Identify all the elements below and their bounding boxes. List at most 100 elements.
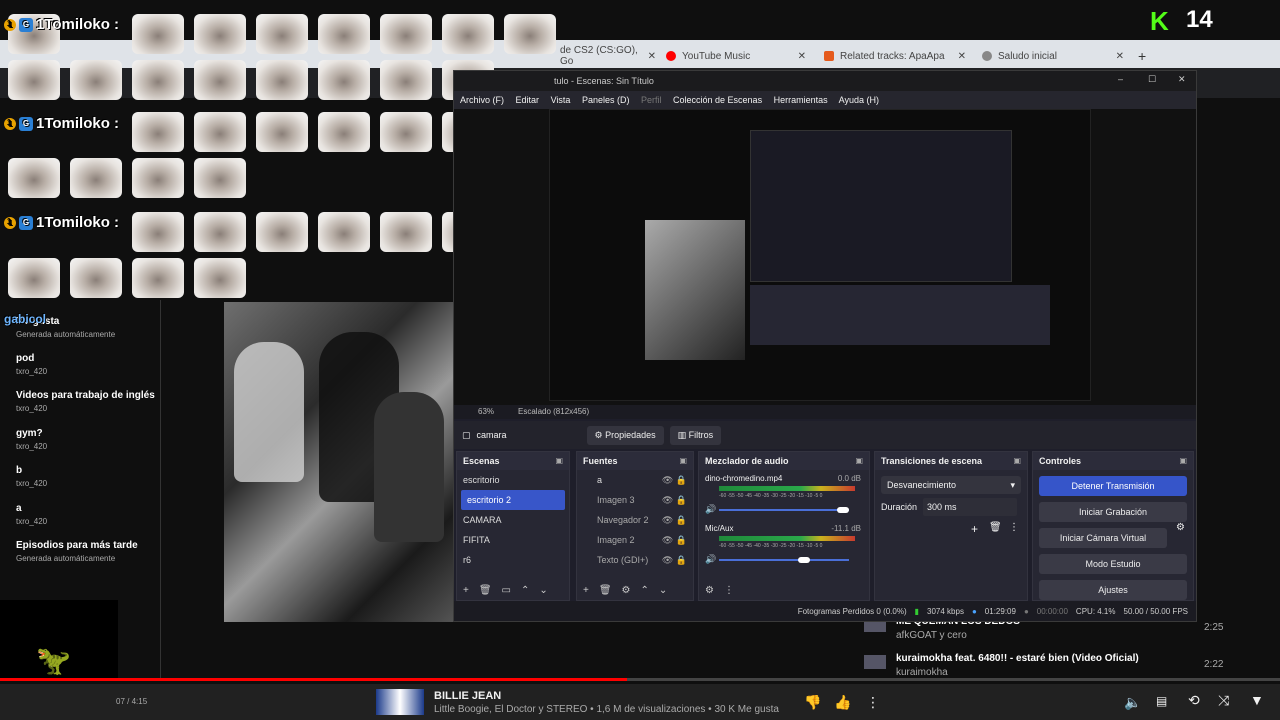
lock-icon[interactable]: 👁 🔒 [662,470,687,490]
scene-item-selected[interactable]: escritorio 2 [461,490,565,510]
scene-item[interactable]: CAMARA [457,510,569,530]
tab-youtube-music[interactable]: YouTube Music ✕ [666,44,806,68]
trash-icon[interactable]: 🗑 [479,585,492,596]
start-recording-button[interactable]: Iniciar Grabación [1039,502,1187,522]
menu-archivo[interactable]: Archivo (F) [460,95,504,105]
source-item[interactable]: a 👁 🔒 [577,470,693,490]
close-icon[interactable]: ✕ [798,51,806,62]
chevron-down-icon[interactable]: ⌄ [659,585,667,596]
stop-streaming-button[interactable]: Detener Transmisión [1039,476,1187,496]
add-icon[interactable]: + [971,522,978,536]
sidebar-item-ingles[interactable]: Videos para trabajo de inglés txro_420 [16,390,155,413]
dock-menu-icon[interactable]: ▣ [855,452,863,470]
scene-item[interactable]: r6 [457,550,569,570]
sidebar-item-a[interactable]: a txro_420 [16,503,47,526]
volume-icon[interactable]: 🔈 [1124,694,1141,711]
menu-ayuda[interactable]: Ayuda (H) [839,95,879,105]
close-icon[interactable]: ✕ [1116,51,1124,62]
more-icon[interactable]: ⋮ [1009,522,1019,533]
video-thumbnail [864,655,886,669]
source-item[interactable]: Texto (GDI+) 👁 🔒 [577,550,693,570]
menu-coleccion[interactable]: Colección de Escenas [673,95,762,105]
source-item[interactable]: Navegador 2 👁 🔒 [577,510,693,530]
add-icon[interactable]: + [583,585,589,596]
emote [504,14,556,54]
emote [380,60,432,100]
close-icon[interactable]: ✕ [1178,74,1186,85]
dock-menu-icon[interactable]: ▣ [555,452,563,470]
volume-slider[interactable] [719,559,849,561]
repeat-icon[interactable]: ⟲ [1188,692,1200,709]
transition-select[interactable]: Desvanecimiento ▾ [881,476,1021,494]
dock-menu-icon[interactable]: ▣ [679,452,687,470]
filter-icon[interactable]: ▭ [502,585,511,596]
trash-icon[interactable]: 🗑 [989,522,1002,533]
dock-title: Controles ▣ [1033,452,1193,470]
sidebar-item-b[interactable]: b txro_420 [16,465,47,488]
tab-saludo[interactable]: Saludo inicial ✕ [982,44,1124,68]
scale-label[interactable]: Escalado (812x456) [518,407,589,416]
menu-perfil[interactable]: Perfil [641,95,662,105]
scene-item[interactable]: FIFITA [457,530,569,550]
speaker-icon[interactable]: 🔊 [705,504,716,515]
filters-button[interactable]: ▥ Filtros [669,425,722,445]
dock-menu-icon[interactable]: ▣ [1013,452,1021,470]
zoom-level[interactable]: 63% [478,407,494,416]
lock-icon[interactable]: 👁 🔒 [662,490,687,510]
chevron-up-icon[interactable]: ⌃ [521,585,529,596]
menu-vista[interactable]: Vista [551,95,571,105]
tab-related-tracks[interactable]: Related tracks: ApaApa ✕ [824,44,966,68]
volume-slider[interactable] [719,509,849,511]
tab-cs2[interactable]: de CS2 (CS:GO), Go ✕ [560,44,656,68]
sidebar-item-episodios[interactable]: Episodios para más tarde Generada automá… [16,540,138,563]
captions-icon[interactable]: ▤ [1156,694,1167,708]
sidebar-item-gym[interactable]: gym? txro_420 [16,428,47,451]
minimize-icon[interactable]: – [1118,74,1123,84]
gear-icon[interactable]: ⚙ [622,585,631,596]
obs-preview[interactable] [454,109,1196,405]
chevron-down-icon: ▾ [1010,480,1015,490]
add-icon[interactable]: + [463,585,469,596]
audio-meter [719,536,855,541]
playback-progress[interactable] [0,678,1280,681]
trash-icon[interactable]: 🗑 [599,585,612,596]
studio-mode-button[interactable]: Modo Estudio [1039,554,1187,574]
gear-icon[interactable]: ⚙ [1176,522,1185,533]
obs-titlebar: tulo - Escenas: Sin Título – ☐ ✕ [454,71,1196,91]
properties-button[interactable]: ⚙ Propiedades [586,425,664,445]
scene-item[interactable]: escritorio [457,470,569,490]
rec-icon: ● [1023,606,1029,616]
chevron-down-icon[interactable]: ⌄ [539,585,547,596]
menu-paneles[interactable]: Paneles (D) [582,95,630,105]
gift-badge-icon: G [19,215,33,230]
source-item[interactable]: Imagen 2 👁 🔒 [577,530,693,550]
duration-input[interactable]: 300 ms [923,498,1017,516]
start-virtual-camera-button[interactable]: Iniciar Cámara Virtual [1039,528,1167,548]
more-icon[interactable]: ⋮ [724,585,734,596]
more-icon[interactable]: ⋮ [866,694,880,711]
volume-knob[interactable] [836,507,849,513]
lock-icon[interactable]: 👁 🔒 [662,530,687,550]
emote [8,60,60,100]
new-tab-button[interactable]: + [1138,44,1146,68]
maximize-icon[interactable]: ☐ [1148,74,1156,85]
dock-menu-icon[interactable]: ▣ [1179,452,1187,470]
shuffle-icon[interactable]: ⤨ [1218,692,1229,709]
lock-icon[interactable]: 👁 🔒 [662,550,687,570]
menu-editar[interactable]: Editar [516,95,540,105]
source-item[interactable]: Imagen 3 👁 🔒 [577,490,693,510]
close-icon[interactable]: ✕ [648,51,656,62]
volume-knob[interactable] [797,557,810,563]
speaker-icon[interactable]: 🔊 [705,554,716,565]
like-icon[interactable]: 👍 [834,694,851,711]
menu-herramientas[interactable]: Herramientas [774,95,828,105]
settings-button[interactable]: Ajustes [1039,580,1187,600]
preview-nested-obs [750,130,1012,282]
sidebar-item-pod[interactable]: pod txro_420 [16,353,47,376]
chevron-up-icon[interactable]: ⌃ [641,585,649,596]
dislike-icon[interactable]: 👎 [804,694,821,711]
chevron-down-icon[interactable]: ▼ [1250,692,1264,708]
gear-icon[interactable]: ⚙ [705,585,714,596]
close-icon[interactable]: ✕ [958,51,966,62]
lock-icon[interactable]: 👁 🔒 [662,510,687,530]
